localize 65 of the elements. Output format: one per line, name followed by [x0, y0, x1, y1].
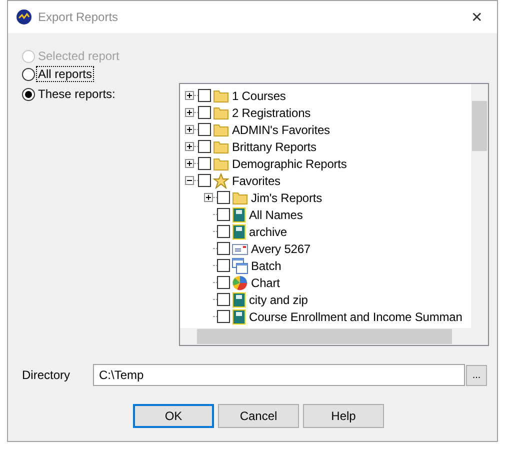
checkbox[interactable]: [217, 293, 230, 306]
envelope-icon: [232, 242, 248, 254]
tree-item-label[interactable]: Jim's Reports: [251, 190, 322, 204]
checkbox[interactable]: [198, 157, 211, 170]
vertical-scrollbar[interactable]: [471, 84, 488, 328]
book-icon: [232, 206, 246, 222]
checkbox[interactable]: [198, 89, 211, 102]
expand-icon[interactable]: [185, 108, 194, 117]
checkbox[interactable]: [217, 208, 230, 221]
tree-item-label[interactable]: Batch: [251, 258, 282, 272]
tree-item-label[interactable]: ADMIN's Favorites: [232, 122, 330, 136]
book-icon: [232, 292, 246, 308]
radio-label[interactable]: These reports:: [37, 87, 116, 101]
folder-icon: [213, 156, 229, 170]
tree-item-label[interactable]: Demographic Reports: [232, 156, 347, 170]
expand-icon[interactable]: [185, 91, 194, 100]
expand-icon[interactable]: [185, 142, 194, 151]
checkbox[interactable]: [217, 276, 230, 289]
tree-item-label[interactable]: Avery 5267: [251, 242, 310, 256]
window-title: Export Reports: [38, 10, 120, 24]
tree-item-label[interactable]: All Names: [249, 208, 303, 222]
app-logo-icon: [16, 9, 32, 25]
checkbox[interactable]: [198, 106, 211, 119]
expand-icon[interactable]: [185, 159, 194, 168]
tree-item-label[interactable]: archive: [249, 224, 287, 238]
checkbox[interactable]: [198, 123, 211, 136]
browse-button[interactable]: ...: [466, 364, 487, 386]
book-icon: [232, 308, 246, 324]
checkbox[interactable]: [198, 140, 211, 153]
radio-button[interactable]: [22, 88, 35, 100]
checkbox[interactable]: [217, 191, 230, 204]
folder-icon: [213, 88, 229, 102]
tree-item-label[interactable]: Favorites: [232, 174, 280, 188]
expand-icon[interactable]: [204, 193, 213, 202]
report-tree[interactable]: 1 Courses 2 Registrations ADMIN's Favorites Brittany Reports Demographic Reports Favorites Jim's Reports All Names archive Avery 5267 Batch Chart city and zip Course Enrollment and Income Summan: [179, 83, 489, 346]
dialog-button[interactable]: Help: [303, 404, 384, 428]
folder-icon: [213, 106, 229, 120]
folder-icon: [232, 190, 248, 204]
tree-item-label[interactable]: Brittany Reports: [232, 140, 316, 154]
dialog-button[interactable]: OK: [133, 404, 214, 428]
expand-icon[interactable]: [185, 125, 194, 134]
windows-icon: [232, 258, 248, 274]
tree-item-label[interactable]: 2 Registrations: [232, 106, 311, 120]
checkbox[interactable]: [198, 174, 211, 187]
tree-item-label[interactable]: city and zip: [249, 292, 308, 306]
radio-button[interactable]: [22, 68, 35, 80]
checkbox[interactable]: [217, 225, 230, 238]
pie-chart-icon: [232, 274, 248, 290]
checkbox[interactable]: [217, 310, 230, 323]
tree-item-label[interactable]: Chart: [251, 276, 280, 290]
star-icon: [213, 172, 229, 188]
tree-item-label[interactable]: Course Enrollment and Income Summan: [249, 310, 462, 324]
horizontal-scrollbar[interactable]: [180, 328, 488, 345]
collapse-icon[interactable]: [185, 176, 194, 185]
checkbox[interactable]: [217, 242, 230, 255]
folder-icon: [213, 140, 229, 154]
checkbox[interactable]: [217, 259, 230, 272]
radio-label[interactable]: All reports: [37, 67, 94, 81]
directory-label: Directory: [22, 368, 72, 382]
book-icon: [232, 224, 246, 240]
directory-field[interactable]: C:\Temp: [93, 364, 465, 386]
tree-item-label[interactable]: 1 Courses: [232, 88, 286, 102]
close-button[interactable]: ✕: [457, 1, 497, 33]
dialog-button[interactable]: Cancel: [218, 404, 299, 428]
folder-icon: [213, 122, 229, 136]
